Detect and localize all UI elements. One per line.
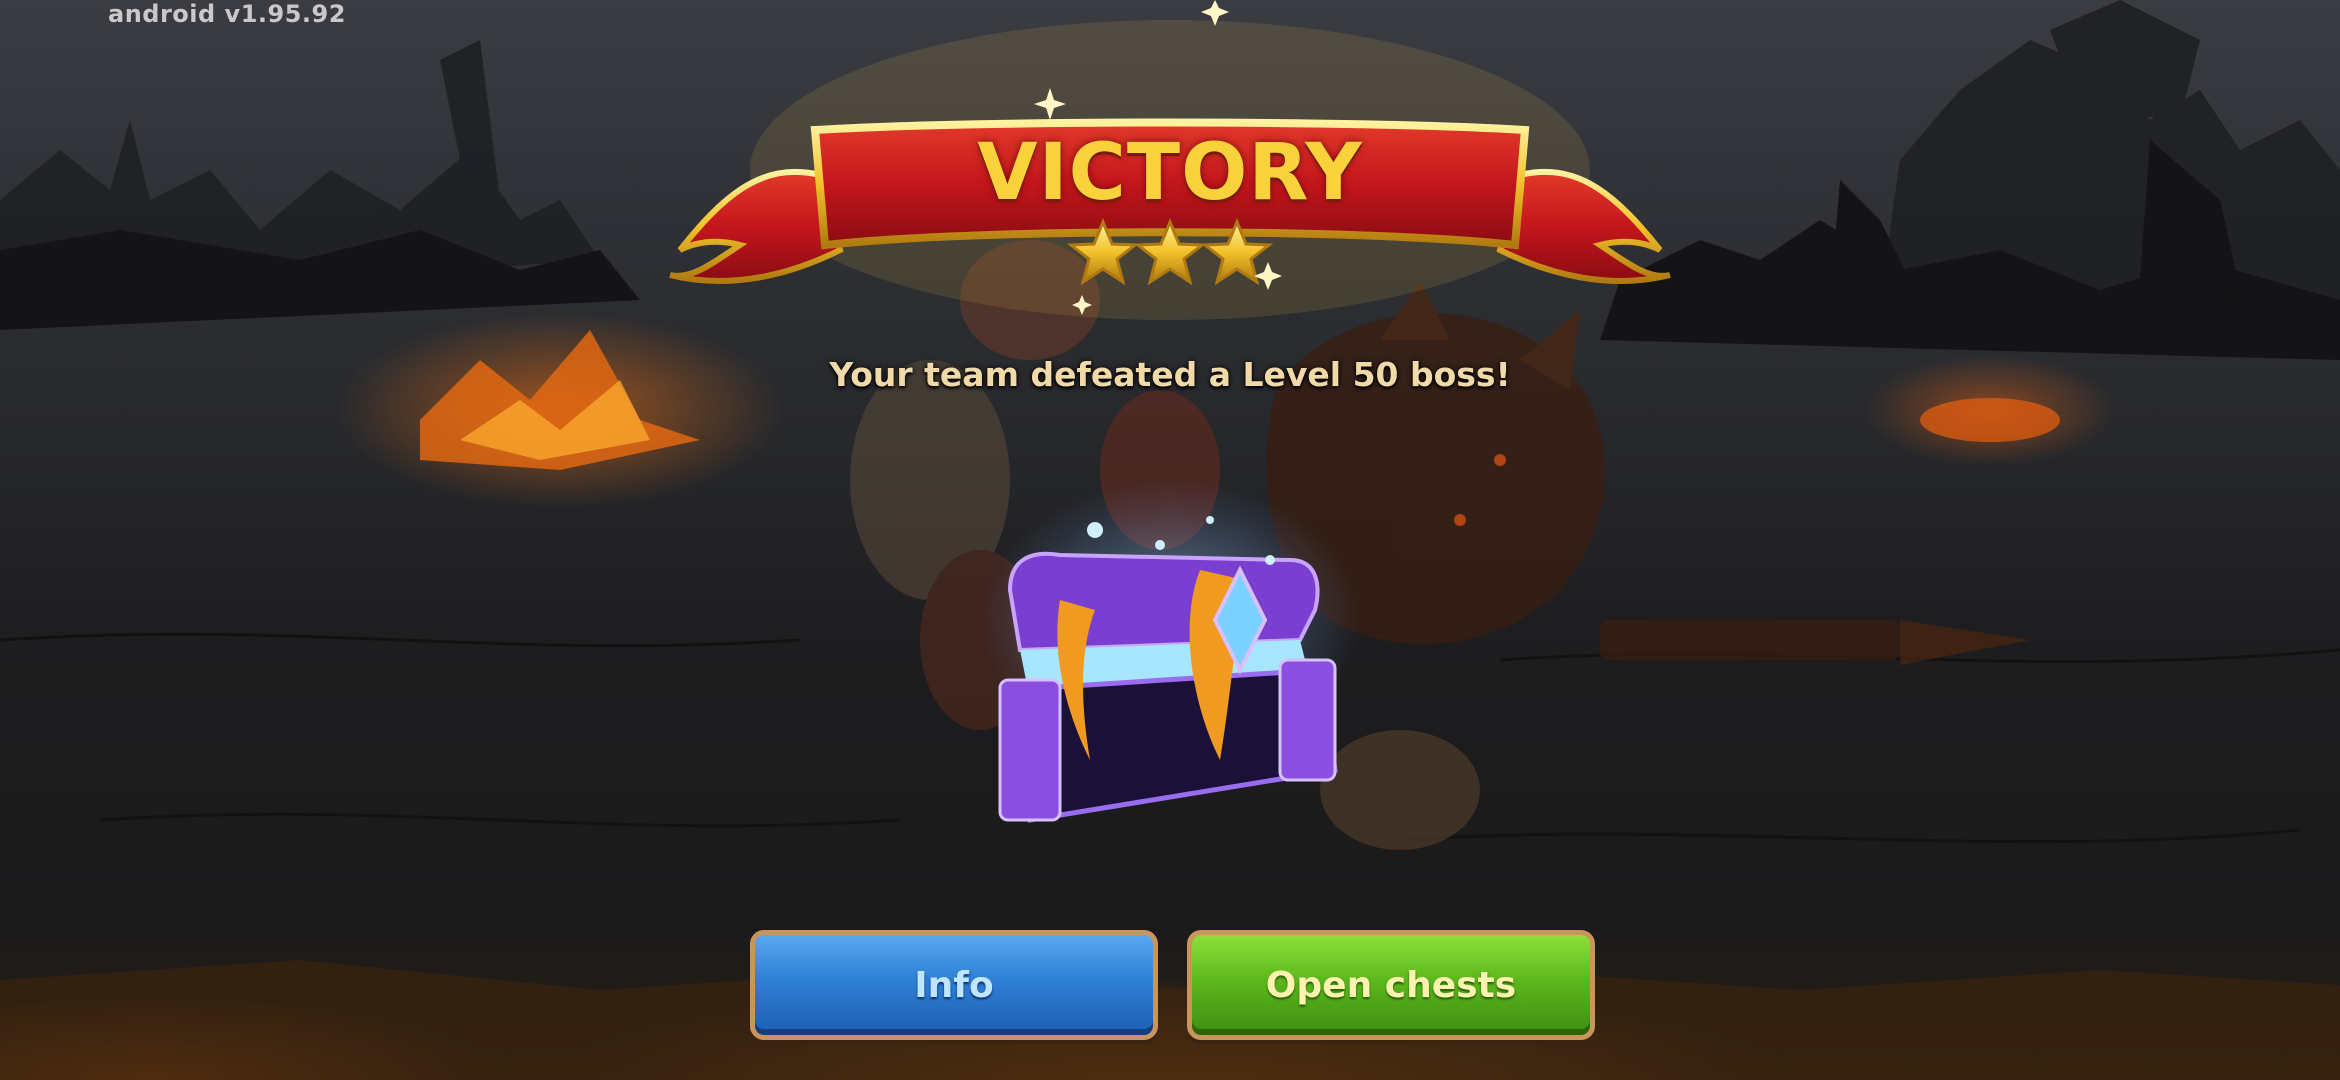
victory-title: VICTORY <box>977 128 1363 218</box>
open-chests-button-label: Open chests <box>1265 964 1517 1006</box>
version-label: android v1.95.92 <box>108 0 346 28</box>
info-button-label: Info <box>914 964 994 1006</box>
info-button[interactable]: Info <box>750 930 1158 1040</box>
open-chests-button[interactable]: Open chests <box>1187 930 1595 1040</box>
battle-result-screen: android v1.95.92 VICTORY Your team defea… <box>0 0 2340 1080</box>
battle-result-message: Your team defeated a Level 50 boss! <box>829 355 1511 394</box>
